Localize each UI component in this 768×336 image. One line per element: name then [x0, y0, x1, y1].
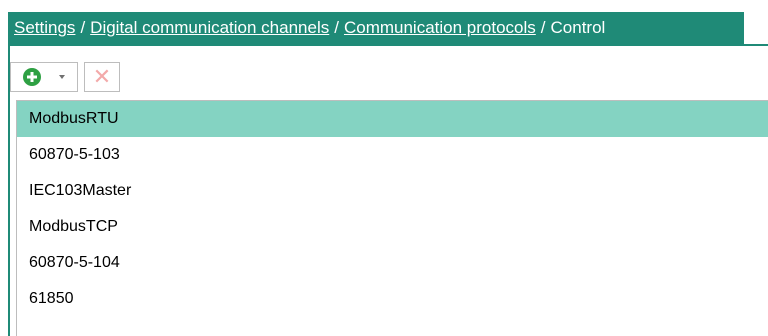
- add-button[interactable]: [10, 62, 78, 92]
- breadcrumb-separator: /: [334, 18, 339, 37]
- breadcrumb: Settings / Digital communication channel…: [8, 12, 744, 44]
- chevron-down-icon[interactable]: [59, 75, 65, 79]
- list-item-label: ModbusRTU: [29, 110, 119, 127]
- list-item[interactable]: 61850: [17, 281, 768, 317]
- list-item[interactable]: 60870-5-103: [17, 137, 768, 173]
- breadcrumb-current: Control: [550, 18, 606, 37]
- breadcrumb-communication-protocols[interactable]: Communication protocols: [344, 18, 536, 38]
- protocol-list: ModbusRTU 60870-5-103 IEC103Master Modbu…: [16, 100, 768, 336]
- delete-button[interactable]: ✕: [84, 62, 120, 92]
- list-item[interactable]: IEC103Master: [17, 173, 768, 209]
- list-item[interactable]: 60870-5-104: [17, 245, 768, 281]
- close-icon: ✕: [92, 64, 112, 89]
- list-item[interactable]: ModbusRTU: [17, 101, 768, 137]
- list-item-label: IEC103Master: [29, 182, 132, 199]
- list-item-label: 61850: [29, 290, 74, 307]
- plus-circle-icon: [23, 68, 41, 86]
- toolbar: ✕: [10, 60, 768, 94]
- breadcrumb-settings[interactable]: Settings: [14, 18, 75, 38]
- breadcrumb-separator: /: [540, 18, 546, 37]
- breadcrumb-digital-communication-channels[interactable]: Digital communication channels: [90, 18, 329, 38]
- breadcrumb-separator: /: [80, 18, 86, 37]
- list-item-label: 60870-5-104: [29, 254, 120, 271]
- list-item-label: 60870-5-103: [29, 146, 120, 163]
- list-item-label: ModbusTCP: [29, 218, 118, 235]
- list-item[interactable]: ModbusTCP: [17, 209, 768, 245]
- protocols-page: Settings / Digital communication channel…: [0, 0, 768, 336]
